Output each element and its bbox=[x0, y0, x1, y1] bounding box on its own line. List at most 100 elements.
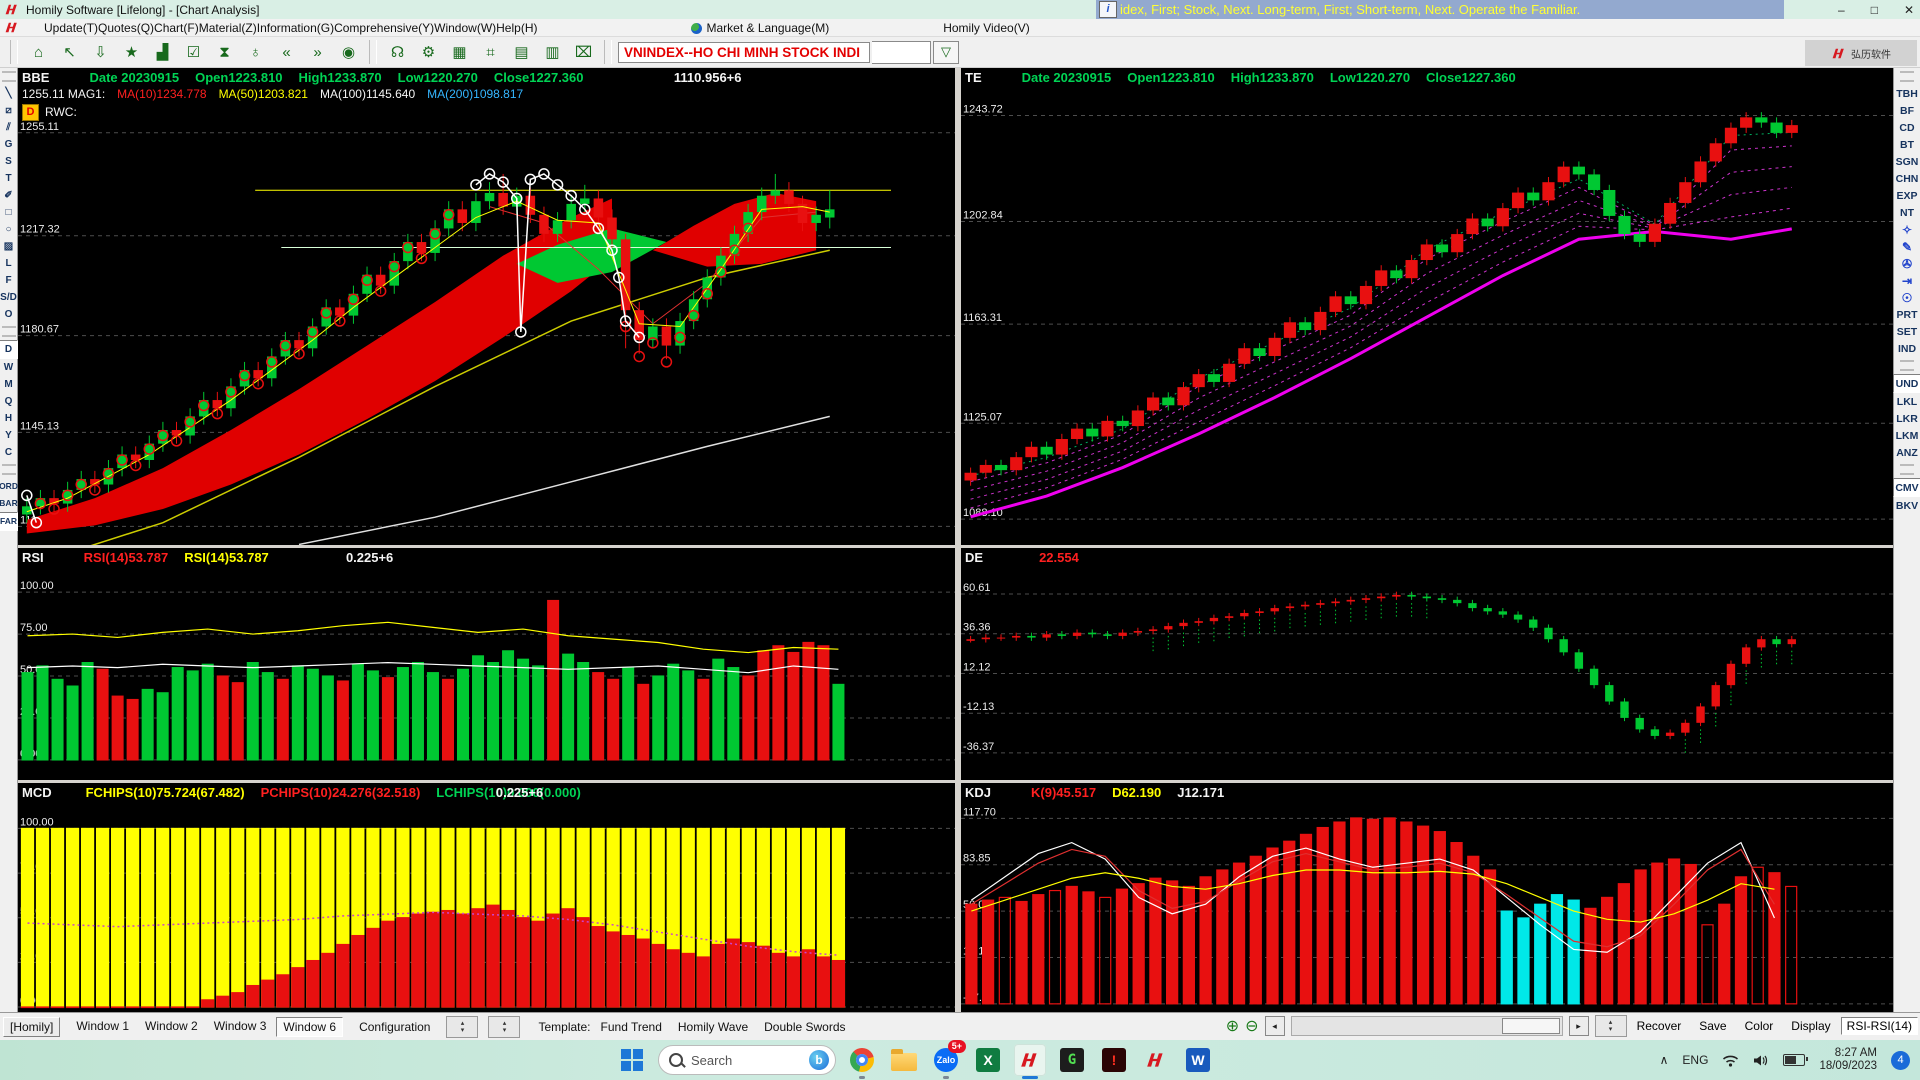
period-week-button[interactable]: W bbox=[0, 359, 17, 376]
edit-icon[interactable]: ☑ bbox=[179, 39, 208, 66]
rs-tbh-button[interactable]: TBH bbox=[1894, 85, 1920, 102]
menu-information[interactable]: Information(G) bbox=[257, 21, 334, 35]
rs-exp-button[interactable]: EXP bbox=[1894, 187, 1920, 204]
settings-gear-icon[interactable]: ⚙ bbox=[414, 39, 443, 66]
explorer-app-button[interactable] bbox=[888, 1044, 920, 1076]
channel-tool-icon[interactable]: ⧄ bbox=[0, 102, 17, 119]
te-trend-chart[interactable]: 1243.721202.841163.311125.071088.10 bbox=[961, 68, 1893, 545]
menu-comprehensive[interactable]: Comprehensive(Y) bbox=[334, 21, 434, 35]
spinner-control[interactable]: ▴▾ bbox=[488, 1016, 520, 1038]
menu-help[interactable]: Help(H) bbox=[496, 21, 537, 35]
tool-g[interactable]: G bbox=[0, 136, 17, 153]
grip-handle[interactable] bbox=[2, 326, 16, 337]
battery-icon[interactable] bbox=[1783, 1054, 1805, 1066]
binoculars-icon[interactable]: ✇ bbox=[1894, 255, 1920, 272]
tool-sd[interactable]: S/D bbox=[0, 289, 17, 306]
restore-button[interactable]: □ bbox=[1871, 3, 1878, 17]
tool-f[interactable]: F bbox=[0, 272, 17, 289]
rs-bf-button[interactable]: BF bbox=[1894, 102, 1920, 119]
homily2-app-button[interactable] bbox=[1140, 1044, 1172, 1076]
rs-chn-button[interactable]: CHN bbox=[1894, 170, 1920, 187]
volume-icon[interactable] bbox=[1753, 1054, 1769, 1067]
hourglass-icon[interactable]: ⧗ bbox=[210, 39, 239, 66]
de-indicator-chart[interactable]: 60.6136.3612.12-12.13-36.37 bbox=[961, 548, 1893, 780]
window-1-tab[interactable]: Window 1 bbox=[70, 1017, 135, 1037]
minimize-button[interactable]: – bbox=[1838, 3, 1845, 17]
window-2-tab[interactable]: Window 2 bbox=[139, 1017, 204, 1037]
period-day-button[interactable]: D bbox=[0, 340, 18, 359]
rs-sgn-button[interactable]: SGN bbox=[1894, 153, 1920, 170]
period-quarter-button[interactable]: Q bbox=[0, 393, 17, 410]
period-custom-button[interactable]: C bbox=[0, 444, 17, 461]
bbe-price-chart[interactable]: 1255.111217.321180.671145.131110.65 bbox=[18, 68, 955, 545]
tray-expand-button[interactable]: ∧ bbox=[1660, 1053, 1669, 1067]
rs-lkl-button[interactable]: LKL bbox=[1894, 393, 1920, 410]
signal-icon[interactable]: ☊ bbox=[383, 39, 412, 66]
tool-t[interactable]: T bbox=[0, 170, 17, 187]
symbol-dropdown-button[interactable]: ▽ bbox=[933, 41, 959, 64]
mode-far-button[interactable]: FAR bbox=[0, 512, 18, 531]
template-fund-trend[interactable]: Fund Trend bbox=[601, 1020, 662, 1034]
clock[interactable]: 8:27 AM 18/09/2023 bbox=[1819, 1047, 1877, 1073]
excel-app-button[interactable]: X bbox=[972, 1044, 1004, 1076]
start-button[interactable] bbox=[616, 1044, 648, 1076]
measure-icon[interactable]: ⇥ bbox=[1894, 272, 1920, 289]
tool-l[interactable]: L bbox=[0, 255, 17, 272]
mode-bar-button[interactable]: BAR bbox=[0, 495, 17, 512]
menu-homily-video[interactable]: Homily Video(V) bbox=[943, 21, 1029, 35]
template-homily-wave[interactable]: Homily Wave bbox=[678, 1020, 748, 1034]
power-icon[interactable]: ◉ bbox=[334, 39, 363, 66]
menu-material[interactable]: Material(Z) bbox=[199, 21, 257, 35]
save-button[interactable]: Save bbox=[1695, 1018, 1730, 1034]
menu-market-language[interactable]: Market & Language(M) bbox=[691, 21, 829, 35]
chrome-app-button[interactable] bbox=[846, 1044, 878, 1076]
download-icon[interactable]: ⇩ bbox=[86, 39, 115, 66]
homily-button[interactable]: [Homily] bbox=[3, 1017, 60, 1037]
rsi-indicator-chart[interactable]: 100.0075.0050.0025.000.00 bbox=[18, 548, 955, 780]
rs-bkv-button[interactable]: BKV bbox=[1894, 497, 1920, 514]
notification-count-badge[interactable]: 4 bbox=[1891, 1051, 1910, 1070]
scrollbar-thumb[interactable] bbox=[1502, 1018, 1560, 1034]
grid-icon[interactable]: ▦ bbox=[445, 39, 474, 66]
grip-handle[interactable] bbox=[1900, 71, 1914, 82]
menu-chart[interactable]: Chart(F) bbox=[154, 21, 199, 35]
compass-icon[interactable]: ✧ bbox=[1894, 221, 1920, 238]
monitor-icon[interactable]: ⌧ bbox=[569, 39, 598, 66]
scroll-right-button[interactable]: ▸ bbox=[1569, 1016, 1589, 1036]
spinner-control[interactable]: ▴▾ bbox=[1595, 1015, 1627, 1037]
square-tool-icon[interactable]: □ bbox=[0, 204, 17, 221]
grip-handle[interactable] bbox=[2, 464, 16, 475]
taskbar-search[interactable]: Search b bbox=[658, 1045, 836, 1075]
mode-ord-button[interactable]: ORD bbox=[0, 478, 17, 495]
grip-handle[interactable] bbox=[2, 71, 16, 82]
org-chart-icon[interactable]: ♁ bbox=[241, 39, 270, 66]
rs-lkm-button[interactable]: LKM bbox=[1894, 427, 1920, 444]
symbol-blank-field[interactable] bbox=[872, 41, 931, 64]
language-indicator[interactable]: ENG bbox=[1682, 1053, 1708, 1067]
rs-cmv-button[interactable]: CMV bbox=[1893, 478, 1920, 497]
period-month-button[interactable]: M bbox=[0, 376, 17, 393]
grip-handle[interactable] bbox=[1900, 464, 1914, 475]
gif-app-button[interactable]: G bbox=[1056, 1044, 1088, 1076]
rewind-icon[interactable]: « bbox=[272, 39, 301, 66]
recover-button[interactable]: Recover bbox=[1633, 1018, 1686, 1034]
window-3-tab[interactable]: Window 3 bbox=[208, 1017, 273, 1037]
zoom-out-button[interactable]: ⊖ bbox=[1245, 1016, 1258, 1036]
menu-update[interactable]: Update(T) bbox=[44, 21, 98, 35]
bar-chart-icon[interactable]: ▟ bbox=[148, 39, 177, 66]
forward-icon[interactable]: » bbox=[303, 39, 332, 66]
fill-tool-icon[interactable]: ▨ bbox=[0, 238, 17, 255]
circle-tool-icon[interactable]: ○ bbox=[0, 221, 17, 238]
parallel-lines-tool-icon[interactable]: ⫽ bbox=[0, 119, 17, 136]
configuration-button[interactable]: Configuration bbox=[353, 1018, 436, 1036]
rs-bt-button[interactable]: BT bbox=[1894, 136, 1920, 153]
display-button[interactable]: Display bbox=[1787, 1018, 1834, 1034]
menu-window[interactable]: Window(W) bbox=[434, 21, 496, 35]
wifi-icon[interactable] bbox=[1722, 1054, 1739, 1067]
pen-icon[interactable]: ✎ bbox=[1894, 238, 1920, 255]
word-app-button[interactable]: W bbox=[1182, 1044, 1214, 1076]
cart-icon[interactable]: ⌗ bbox=[476, 39, 505, 66]
draw-tool-icon[interactable]: ✐ bbox=[0, 187, 17, 204]
rs-nt-button[interactable]: NT bbox=[1894, 204, 1920, 221]
home-icon[interactable]: ⌂ bbox=[24, 39, 53, 66]
